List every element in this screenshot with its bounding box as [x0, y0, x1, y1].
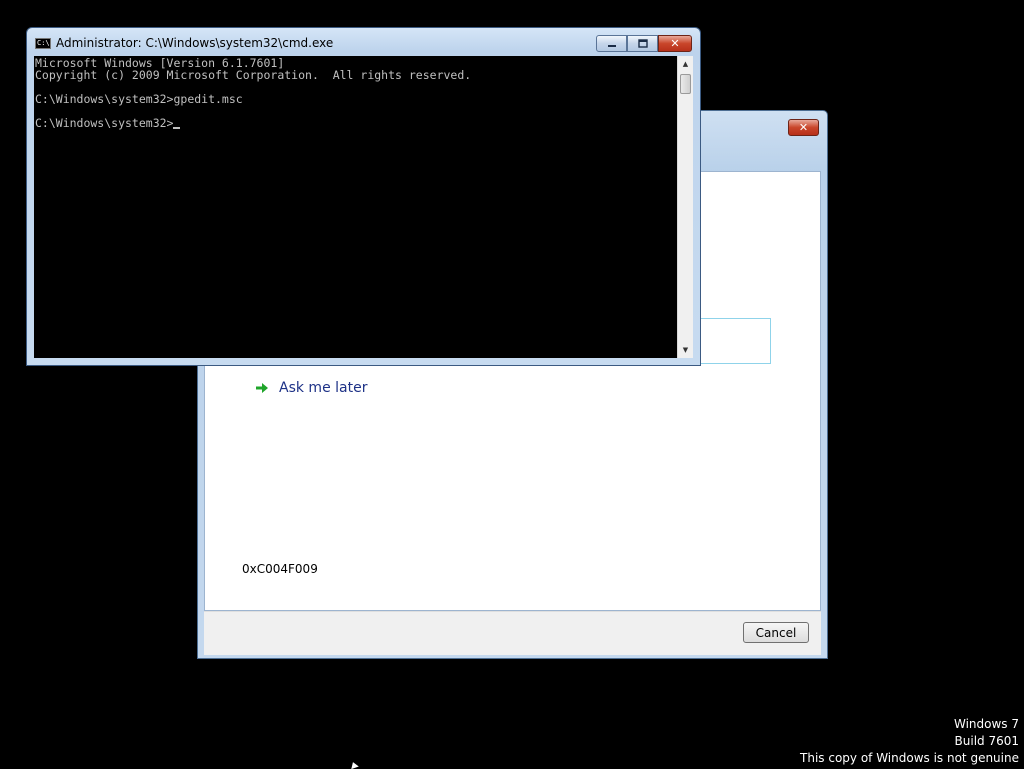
scroll-up-button[interactable]: ▲	[678, 56, 693, 72]
console-scrollbar[interactable]: ▲ ▼	[677, 56, 693, 358]
cmd-window[interactable]: C:\ Administrator: C:\Windows\system32\c…	[26, 27, 701, 366]
cmd-close-button[interactable]: ✕	[658, 35, 692, 52]
cmd-titlebar[interactable]: C:\ Administrator: C:\Windows\system32\c…	[27, 28, 700, 55]
scroll-thumb[interactable]	[680, 74, 691, 94]
dialog-close-button[interactable]: ✕	[788, 119, 819, 136]
error-code: 0xC004F009	[242, 562, 318, 576]
console-output[interactable]: Microsoft Windows [Version 6.1.7601] Cop…	[34, 56, 677, 358]
close-icon: ✕	[670, 37, 680, 50]
minimize-icon	[607, 44, 616, 47]
watermark-build: Build 7601	[954, 734, 1019, 748]
scroll-down-button[interactable]: ▼	[678, 342, 693, 358]
minimize-button[interactable]	[596, 35, 627, 52]
desktop: ✕ Ask me later 0xC004F009 Cancel C:\ Adm…	[0, 0, 1024, 769]
text-cursor	[173, 127, 181, 129]
windows-watermark: Windows 7 Build 7601 This copy of Window…	[800, 716, 1019, 767]
watermark-genuine-notice: This copy of Windows is not genuine	[800, 751, 1019, 765]
console-prompt-line: C:\Windows\system32>	[35, 117, 677, 129]
green-arrow-icon	[256, 383, 268, 393]
close-icon: ✕	[798, 121, 809, 134]
cmd-icon: C:\	[35, 38, 51, 49]
maximize-button[interactable]	[627, 35, 658, 52]
cmd-window-title: Administrator: C:\Windows\system32\cmd.e…	[56, 36, 334, 50]
console-line: Copyright (c) 2009 Microsoft Corporation…	[35, 68, 472, 82]
console-line: C:\Windows\system32>gpedit.msc	[35, 92, 243, 106]
dialog-footer: Cancel	[204, 611, 821, 655]
console-prompt: C:\Windows\system32>	[35, 116, 174, 130]
maximize-icon	[637, 39, 648, 48]
ask-me-later-option[interactable]: Ask me later	[255, 377, 367, 399]
ask-me-later-label: Ask me later	[279, 380, 368, 396]
cancel-button[interactable]: Cancel	[743, 622, 809, 643]
watermark-os: Windows 7	[953, 717, 1019, 731]
